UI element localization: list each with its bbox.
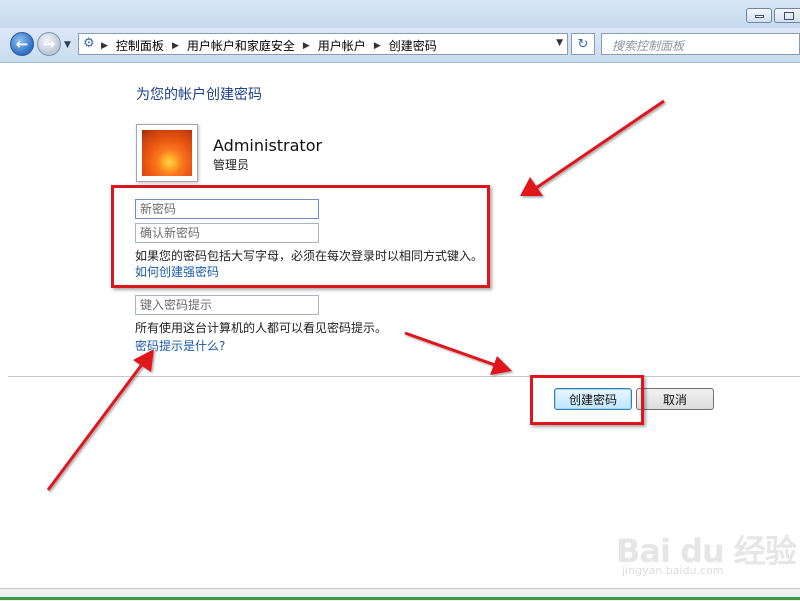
watermark-url: jingyan.baidu.com <box>622 564 724 577</box>
annotation-arrow-to-hint-link <box>46 349 154 491</box>
annotation-arrow-to-password-box <box>520 99 665 196</box>
annotation-arrow-to-create-button <box>404 331 512 375</box>
annotation-arrows <box>46 99 665 491</box>
watermark: Bai du 经验 jingyan.baidu.com <box>612 526 797 586</box>
